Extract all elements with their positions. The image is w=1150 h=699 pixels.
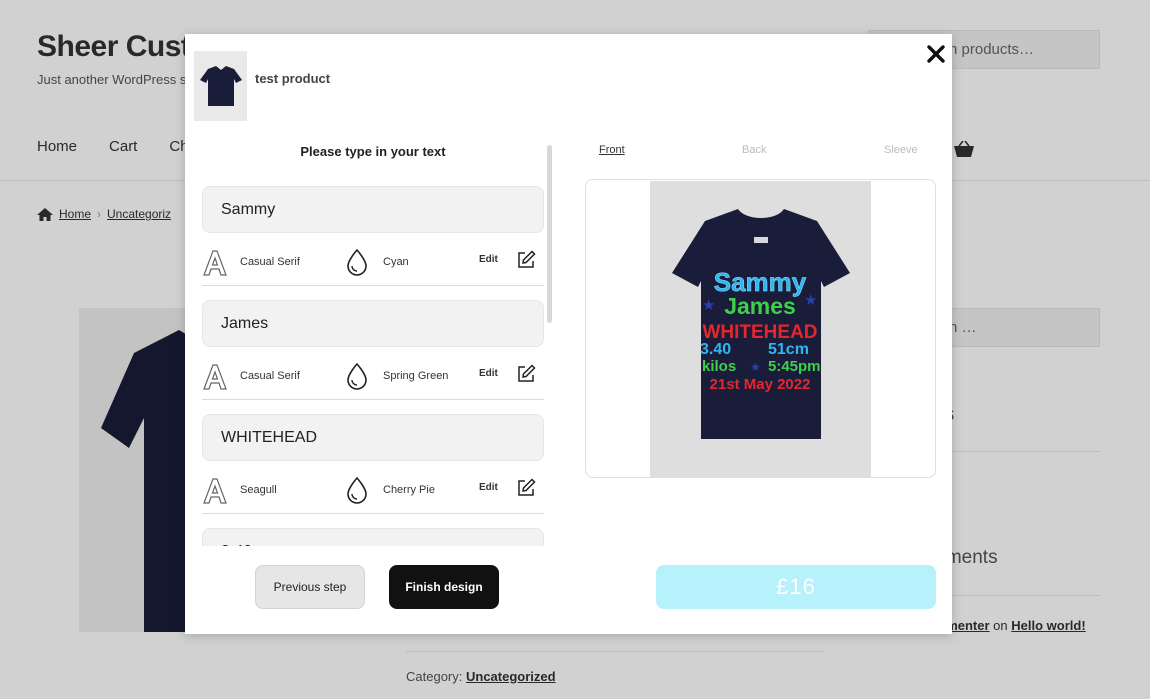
customizer-modal: test product Please type in your text Sa… — [185, 34, 952, 634]
product-name: test product — [255, 71, 331, 86]
view-tabs: Front Back Sleeve — [599, 144, 920, 164]
close-icon[interactable] — [923, 41, 949, 67]
text-line-controls: Casual Serif Spring Green Edit — [202, 356, 544, 400]
color-drop-icon[interactable] — [346, 477, 368, 504]
color-name[interactable]: Cyan — [383, 256, 409, 268]
text-line-item: WHITEHEAD Seagull Cherry Pie Edit — [202, 414, 544, 528]
text-line-item: Sammy Casual Serif Cyan Edit — [202, 186, 544, 300]
star-middle: ★ — [750, 360, 761, 374]
font-name[interactable]: Casual Serif — [240, 256, 300, 268]
text-line-input[interactable]: James — [202, 300, 544, 347]
tab-front[interactable]: Front — [599, 144, 625, 156]
design-preview[interactable]: Sammy James ★ ★ WHITEHEAD 3.40 51cm ★ ki… — [585, 179, 936, 478]
price-button[interactable]: £16 — [656, 565, 936, 609]
edit-button[interactable]: Edit — [479, 368, 498, 379]
text-line-controls: Seagull Cherry Pie Edit — [202, 470, 544, 514]
finish-design-button[interactable]: Finish design — [389, 565, 499, 609]
preview-line-4b: 51cm — [768, 341, 809, 358]
preview-backdrop: Sammy James ★ ★ WHITEHEAD 3.40 51cm ★ ki… — [650, 181, 871, 477]
preview-line-6: 21st May 2022 — [710, 376, 811, 393]
font-icon[interactable] — [202, 364, 228, 390]
previous-step-button[interactable]: Previous step — [255, 565, 365, 609]
text-panel-title: Please type in your text — [300, 144, 446, 159]
edit-button[interactable]: Edit — [479, 482, 498, 493]
text-line-input[interactable]: WHITEHEAD — [202, 414, 544, 461]
preview-line-5a: kilos — [702, 358, 736, 375]
tab-back[interactable]: Back — [742, 144, 766, 156]
color-drop-icon[interactable] — [346, 363, 368, 390]
text-line-input[interactable]: 3.40 — [202, 528, 544, 546]
font-icon[interactable] — [202, 250, 228, 276]
preview-line-5b: 5:45pm — [768, 358, 821, 375]
text-line-input[interactable]: Sammy — [202, 186, 544, 233]
product-thumbnail — [194, 51, 247, 121]
text-lines-list: Sammy Casual Serif Cyan Edit James Casua… — [202, 186, 544, 546]
edit-icon[interactable] — [516, 364, 536, 384]
font-name[interactable]: Seagull — [240, 484, 277, 496]
tshirt-thumb-icon — [199, 66, 242, 106]
color-name[interactable]: Cherry Pie — [383, 484, 435, 496]
tshirt-preview: Sammy James ★ ★ WHITEHEAD 3.40 51cm ★ ki… — [672, 209, 850, 439]
color-drop-icon[interactable] — [346, 249, 368, 276]
font-icon[interactable] — [202, 478, 228, 504]
text-line-controls: Casual Serif Cyan Edit — [202, 242, 544, 286]
preview-line-2: James — [724, 293, 796, 319]
edit-button[interactable]: Edit — [479, 254, 498, 265]
edit-icon[interactable] — [516, 478, 536, 498]
text-line-item: 3.40 — [202, 528, 544, 546]
preview-line-4a: 3.40 — [700, 341, 731, 358]
color-name[interactable]: Spring Green — [383, 370, 448, 382]
star-right: ★ — [804, 292, 817, 309]
edit-icon[interactable] — [516, 250, 536, 270]
star-left: ★ — [702, 297, 715, 314]
preview-line-3: WHITEHEAD — [702, 322, 817, 343]
text-line-item: James Casual Serif Spring Green Edit — [202, 300, 544, 414]
font-name[interactable]: Casual Serif — [240, 370, 300, 382]
text-list-scrollbar[interactable] — [547, 145, 552, 323]
tab-sleeve[interactable]: Sleeve — [884, 144, 918, 156]
